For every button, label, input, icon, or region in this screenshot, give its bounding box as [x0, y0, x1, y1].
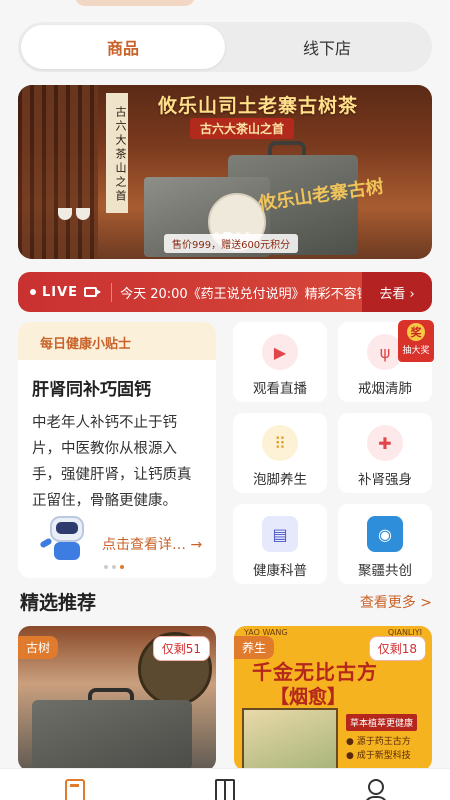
user-icon[interactable] — [364, 779, 388, 800]
product-point: ● 源于药王古方 — [346, 737, 411, 747]
tab-products[interactable]: 商品 — [21, 25, 225, 69]
live-tag: LIVE — [42, 284, 79, 300]
partner-logo-icon: ◉ — [367, 516, 403, 552]
footprints-icon: ⠿ — [262, 425, 298, 461]
featured-section-header: 精选推荐 查看更多 > — [20, 588, 432, 615]
health-tip-pagination — [104, 565, 124, 569]
entry-health-science[interactable]: ▤ 健康科普 — [233, 504, 327, 584]
live-dot-icon — [30, 289, 36, 295]
page-dot — [104, 565, 108, 569]
entry-label: 戒烟清肺 — [358, 381, 412, 397]
entry-kidney-health[interactable]: ✚ 补肾强身 — [338, 413, 432, 493]
banner-scroll: 古六大茶山之首 — [106, 93, 128, 213]
page-dot — [112, 565, 116, 569]
gift-icon[interactable] — [215, 779, 235, 800]
live-camera-icon — [84, 287, 102, 297]
entry-label: 聚疆共创 — [358, 563, 412, 579]
health-tip-card[interactable]: 每日健康小贴士 肝肾同补巧固钙 中老年人补钙不止于钙片，中医教你从根源入手，强健… — [18, 322, 216, 578]
video-camera-icon: ▶ — [262, 334, 298, 370]
page-dot-active — [120, 565, 124, 569]
health-tip-header: 每日健康小贴士 — [18, 322, 216, 360]
product-headline-2: 【烟愈】 — [270, 686, 347, 708]
product-card[interactable]: 古树 仅剩51 — [18, 626, 216, 771]
product-card[interactable]: YAO WANG QIANLIYI 千金无比古方 【烟愈】 草本植萃更健康 ● … — [234, 626, 432, 771]
top-decoration — [75, 0, 195, 6]
banner-window-lattice — [18, 85, 98, 259]
tea-cups-image — [58, 205, 114, 225]
live-go-button[interactable]: 去看 › — [362, 272, 432, 312]
tab-offline-store[interactable]: 线下店 — [225, 25, 429, 69]
health-tip-more-link[interactable]: 点击查看详… → — [102, 534, 202, 554]
product-ribbon: 草本植萃更健康 — [346, 714, 418, 731]
home-icon[interactable] — [65, 779, 85, 800]
stock-badge: 仅剩18 — [368, 636, 426, 661]
entry-label: 补肾强身 — [358, 472, 412, 488]
product-tag: 古树 — [18, 636, 59, 659]
banner-subtitle: 古六大茶山之首 — [190, 118, 295, 139]
product-package-image — [242, 708, 338, 771]
segment-control: 商品 线下店 — [18, 22, 432, 72]
section-title: 精选推荐 — [20, 592, 97, 614]
product-headline: 千金无比古方 — [252, 660, 378, 684]
book-icon: ▤ — [262, 516, 298, 552]
entry-watch-live[interactable]: ▶ 观看直播 — [233, 322, 327, 402]
product-point: ● 成于新型科技 — [346, 751, 411, 761]
product-tag: 养生 — [234, 636, 275, 659]
lottery-badge[interactable]: 奖 抽大奖 — [398, 320, 434, 362]
bottom-tab-bar — [0, 768, 450, 800]
banner-title: 攸乐山司土老寨古树茶 — [158, 95, 359, 117]
health-tip-body: 中老年人补钙不止于钙片，中医教你从根源入手，强健肝肾，让钙质真正留住，骨骼更健康… — [32, 415, 192, 509]
entry-label: 观看直播 — [253, 381, 307, 397]
live-ticker-text: 今天 20:00《药王说兑付说明》精彩不容错过 — [111, 282, 361, 302]
live-announcement-bar[interactable]: LIVE 今天 20:00《药王说兑付说明》精彩不容错过 去看 › — [18, 272, 432, 312]
prize-icon: 奖 — [407, 323, 425, 341]
medicine-box-icon: ✚ — [367, 425, 403, 461]
banner-price-note: 售价999，赠送600元积分 — [164, 234, 299, 253]
lottery-badge-text: 抽大奖 — [402, 346, 430, 356]
health-tip-title: 肝肾同补巧固钙 — [32, 380, 151, 400]
gift-box-image — [32, 700, 192, 770]
entry-co-creation[interactable]: ◉ 聚疆共创 — [338, 504, 432, 584]
quick-entry-grid: ▶ 观看直播 ψ 戒烟清肺 奖 抽大奖 ⠿ 泡脚养生 ✚ 补肾强身 ▤ 健康科普… — [233, 320, 434, 584]
entry-foot-soak[interactable]: ⠿ 泡脚养生 — [233, 413, 327, 493]
see-more-link[interactable]: 查看更多 > — [360, 592, 432, 612]
stock-badge: 仅剩51 — [152, 636, 210, 661]
promo-banner[interactable]: 古六大茶山之首 攸乐山司土老寨古树茶 古六大茶山之首 攸乐山老寨古树 售价999… — [18, 85, 432, 259]
robot-mascot-icon — [38, 516, 94, 562]
entry-label: 泡脚养生 — [253, 472, 307, 488]
entry-label: 健康科普 — [253, 563, 307, 579]
entry-quit-smoking[interactable]: ψ 戒烟清肺 奖 抽大奖 — [338, 320, 434, 402]
